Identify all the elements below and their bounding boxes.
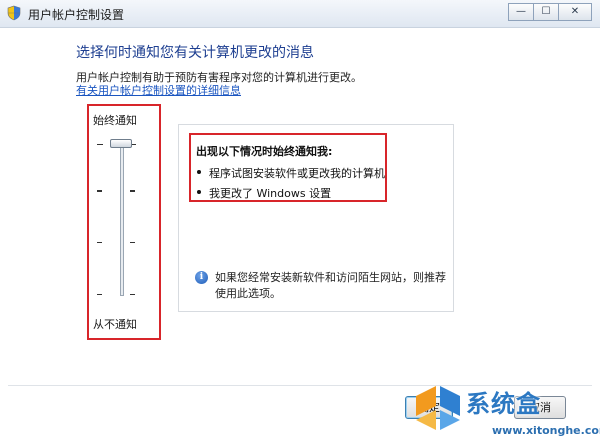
slider-label-never-notify: 从不通知 [93, 318, 137, 331]
watermark: 系统盒 www.xitonghe.com [412, 382, 600, 440]
slider-track[interactable] [120, 146, 124, 296]
slider-tick [130, 242, 135, 243]
uac-details-link[interactable]: 有关用户帐户控制设置的详细信息 [76, 82, 241, 98]
slider-tick [130, 294, 135, 295]
xitonghe-logo-icon [416, 386, 460, 430]
window-controls: — ☐ ✕ [508, 3, 592, 21]
info-icon: i [195, 271, 208, 284]
page-heading: 选择何时通知您有关计算机更改的消息 [76, 45, 314, 61]
notification-info-panel: 出现以下情况时始终通知我: 程序试图安装软件或更改我的计算机 我更改了 Wind… [178, 124, 454, 312]
slider-thumb[interactable] [110, 139, 132, 148]
notification-slider-panel: 始终通知 从不通知 [87, 104, 161, 340]
slider-tick [97, 242, 102, 243]
slider-tick [97, 190, 102, 192]
close-button[interactable]: ✕ [558, 3, 592, 21]
slider-tick [97, 144, 103, 145]
list-item-text: 我更改了 Windows 设置 [209, 187, 332, 200]
minimize-button[interactable]: — [508, 3, 534, 21]
notify-conditions-title: 出现以下情况时始终通知我: [196, 145, 333, 158]
watermark-brand: 系统盒 [466, 390, 541, 418]
title-bar: 用户帐户控制设置 — ☐ ✕ [0, 0, 600, 28]
bullet-dot-icon [197, 170, 201, 174]
bullet-dot-icon [197, 190, 201, 194]
maximize-button[interactable]: ☐ [533, 3, 559, 21]
list-item-text: 程序试图安装软件或更改我的计算机 [209, 167, 385, 180]
window-title: 用户帐户控制设置 [28, 8, 125, 22]
watermark-url: www.xitonghe.com [492, 424, 600, 437]
shield-icon [7, 5, 21, 21]
recommendation-text: 如果您经常安装新软件和访问陌生网站，则推荐使用此选项。 [215, 271, 446, 300]
notify-conditions-box: 出现以下情况时始终通知我: 程序试图安装软件或更改我的计算机 我更改了 Wind… [189, 133, 387, 202]
slider-label-always-notify: 始终通知 [93, 114, 137, 127]
slider-tick [97, 294, 102, 295]
slider-tick [130, 190, 135, 192]
